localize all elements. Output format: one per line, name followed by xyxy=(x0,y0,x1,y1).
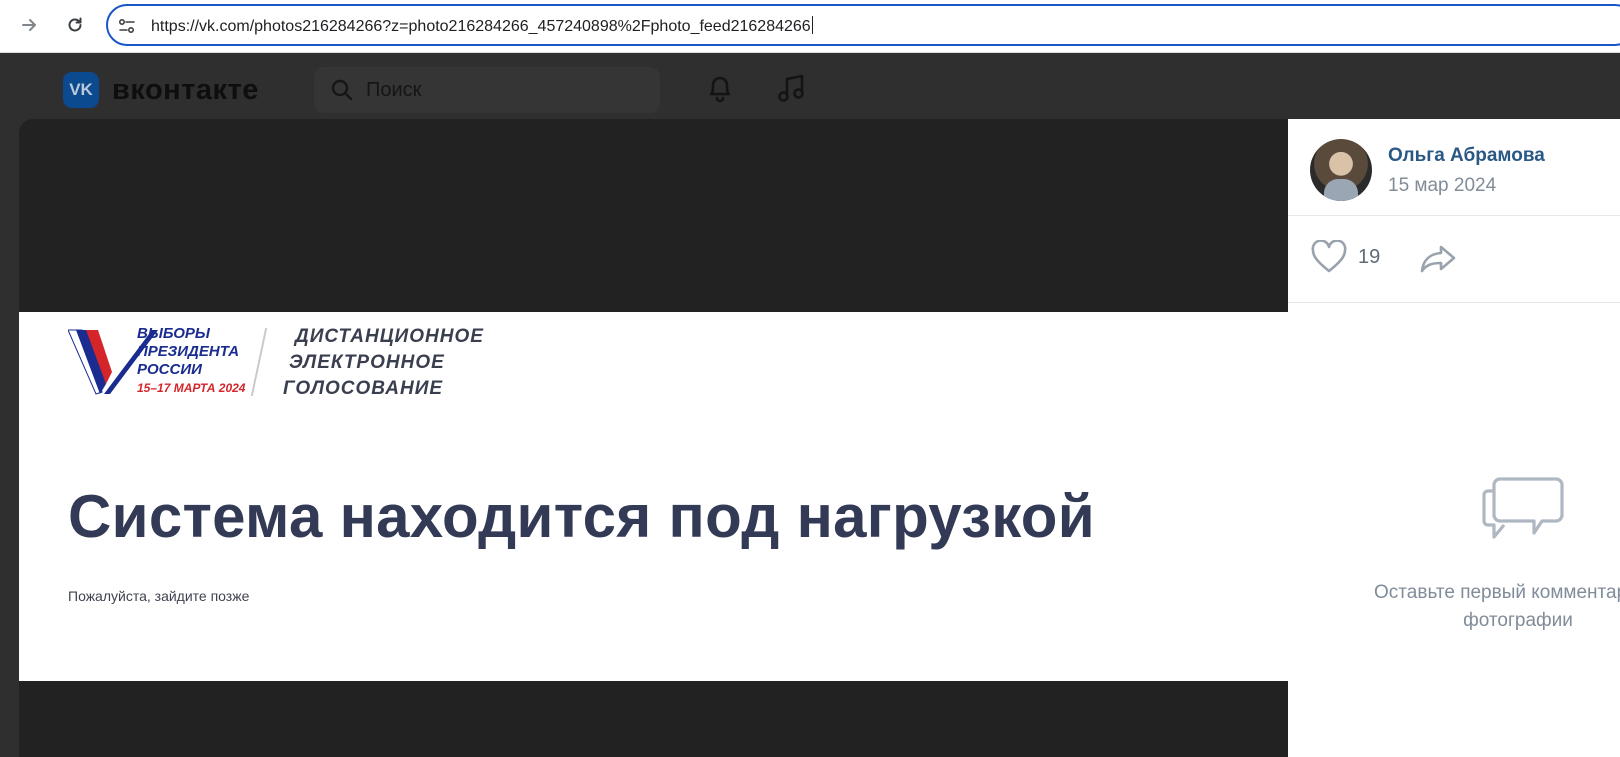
reload-icon xyxy=(68,17,82,32)
music-note-icon xyxy=(778,74,804,102)
search-icon xyxy=(331,79,353,101)
vk-page: VK вконтакте ВЫБОРЫ ПРЕЗИДЕНТА РОССИИ xyxy=(0,53,1620,757)
comments-icon xyxy=(1482,477,1564,539)
vk-header: VK вконтакте xyxy=(0,53,1620,119)
emblem-dates: 15–17 МАРТА 2024 xyxy=(137,381,246,395)
emblem-line-3: РОССИИ xyxy=(137,361,202,378)
photo-side-panel: Ольга Абрамова 15 мар 2024 19 Оставьте п… xyxy=(1288,119,1620,757)
vk-logo[interactable]: VK вконтакте xyxy=(63,72,259,108)
tune-icon xyxy=(118,19,135,34)
text-caret xyxy=(811,16,813,34)
author-name[interactable]: Ольга Абрамова xyxy=(1388,145,1545,167)
heart-icon xyxy=(1311,240,1347,273)
forward-button[interactable] xyxy=(14,9,46,41)
avatar[interactable] xyxy=(1310,139,1372,201)
vk-logo-text: вконтакте xyxy=(112,73,259,106)
photo-viewer: ВЫБОРЫ ПРЕЗИДЕНТА РОССИИ 15–17 МАРТА 202… xyxy=(19,119,1620,757)
notifications-button[interactable] xyxy=(702,70,738,106)
avatar-shirt xyxy=(1324,179,1358,201)
url-text[interactable]: https://vk.com/photos216284266?z=photo21… xyxy=(151,16,813,36)
url-path: /photos216284266?z=photo216284266_457240… xyxy=(249,18,811,35)
url-host: https://vk.com xyxy=(151,18,250,35)
share-button[interactable] xyxy=(1419,242,1457,276)
author-block: Ольга Абрамова 15 мар 2024 xyxy=(1288,119,1620,216)
share-arrow-icon xyxy=(1420,245,1456,273)
evote-line-3: ГОЛОСОВАНИЕ xyxy=(283,378,444,399)
like-count: 19 xyxy=(1358,245,1381,268)
search-input[interactable] xyxy=(366,67,646,113)
photo-actions: 19 xyxy=(1288,216,1620,303)
music-button[interactable] xyxy=(774,70,810,106)
evote-line-1: ДИСТАНЦИОННОЕ xyxy=(295,326,484,347)
bell-icon xyxy=(709,76,731,103)
search-box[interactable] xyxy=(314,67,660,113)
evote-label: ДИСТАНЦИОННОЕ ЭЛЕКТРОННОЕ ГОЛОСОВАНИЕ xyxy=(281,324,484,402)
reload-button[interactable] xyxy=(59,9,91,41)
empty-comments-text: Оставьте первый комментарий к фотографии xyxy=(1328,579,1620,635)
address-bar[interactable]: https://vk.com/photos216284266?z=photo21… xyxy=(106,4,1620,46)
evote-line-2: ЭЛЕКТРОННОЕ xyxy=(289,352,445,373)
emblem-line-2: ПРЕЗИДЕНТА xyxy=(137,343,240,360)
emblem-line-1: ВЫБОРЫ xyxy=(137,325,210,342)
arrow-right-icon xyxy=(22,19,36,31)
post-date[interactable]: 15 мар 2024 xyxy=(1388,175,1496,197)
empty-comments-line-2: фотографии xyxy=(1463,610,1573,631)
photo-subline: Пожалуйста, зайдите позже xyxy=(68,588,250,604)
vk-logo-icon: VK xyxy=(63,72,99,108)
browser-toolbar: https://vk.com/photos216284266?z=photo21… xyxy=(0,0,1620,53)
photo-image[interactable]: ВЫБОРЫ ПРЕЗИДЕНТА РОССИИ 15–17 МАРТА 202… xyxy=(19,312,1288,681)
site-info-button[interactable] xyxy=(116,15,138,37)
like-button[interactable]: 19 xyxy=(1310,240,1380,274)
elections-logo-text: ВЫБОРЫ ПРЕЗИДЕНТА РОССИИ 15–17 МАРТА 202… xyxy=(137,325,267,397)
photo-headline: Система находится под нагрузкой xyxy=(68,483,1095,550)
empty-comments-line-1: Оставьте первый комментарий к xyxy=(1374,582,1620,603)
